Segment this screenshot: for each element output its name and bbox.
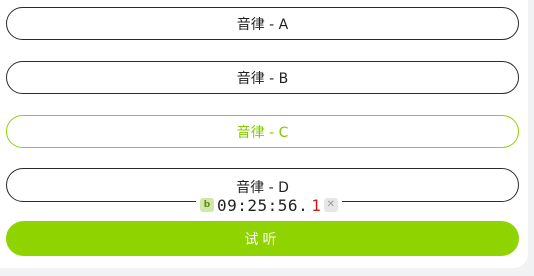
option-b-label: 音律 - B [236,70,289,87]
listen-button-label: 试听 [244,231,281,248]
option-c[interactable]: 音律 - C [6,115,519,148]
option-a-label: 音律 - A [236,16,289,33]
listen-button[interactable]: 试听 [6,221,519,256]
option-a[interactable]: 音律 - A [6,7,519,40]
option-b[interactable]: 音律 - B [6,61,519,94]
timer-ms: 1 [311,195,321,215]
countdown-timer: 𝗯 09:25:56. 1 ✕ [196,195,342,215]
option-c-label: 音律 - C [236,124,289,141]
option-d-label: 音律 - D [236,180,289,196]
timer-main: 09:25:56. [217,195,309,215]
close-icon[interactable]: ✕ [323,198,338,212]
leaf-icon: 𝗯 [200,198,214,212]
